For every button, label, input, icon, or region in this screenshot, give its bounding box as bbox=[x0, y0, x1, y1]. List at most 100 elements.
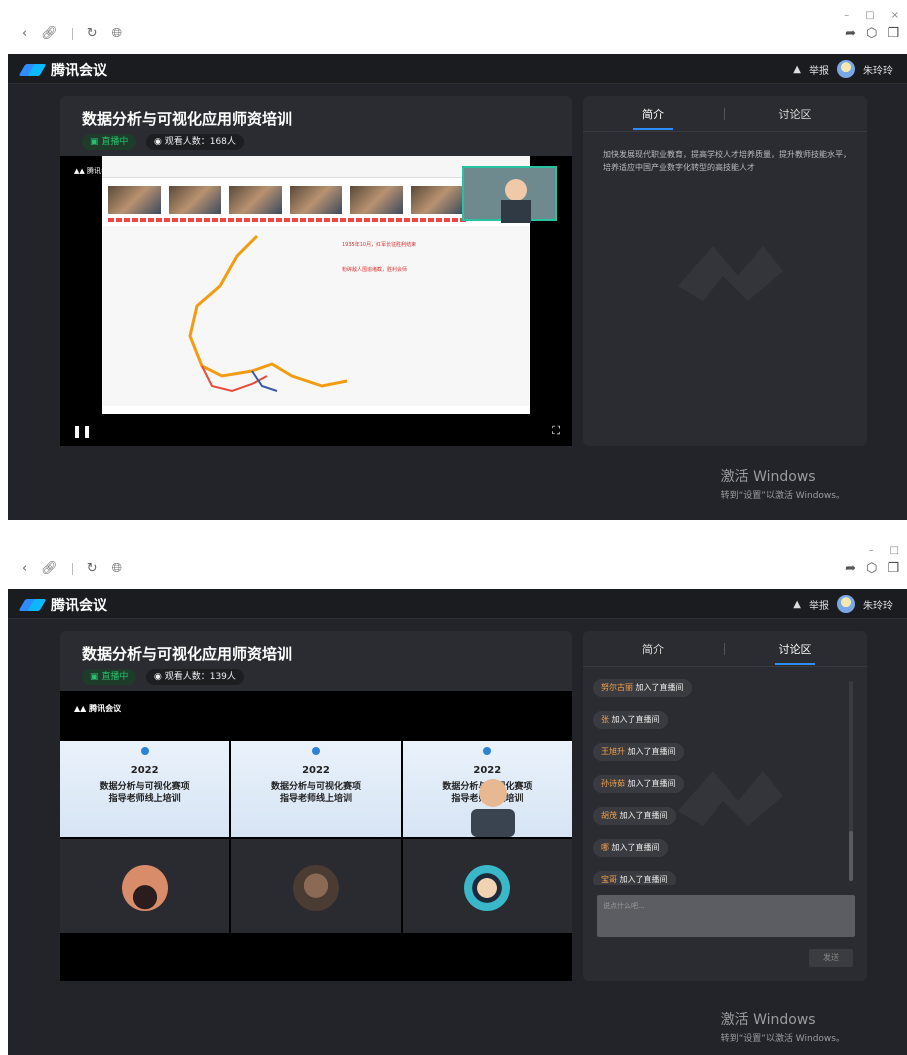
tab-intro[interactable]: 简介 bbox=[583, 106, 723, 130]
tencent-meeting-app: 腾讯会议 ▲ 举报 朱玲玲 数据分析与可视化应用师资培训 ▣ 直播中 ◉ 观看人… bbox=[8, 54, 907, 520]
route-map: 1935年10月，红军长征胜利结束 粉碎敌人围追堵截，胜利会师 bbox=[102, 226, 530, 406]
cube-icon[interactable]: ⬡ bbox=[866, 561, 877, 576]
share-icon[interactable]: ➦ bbox=[845, 26, 856, 41]
intro-text: 加快发展现代职业教育，提高学校人才培养质量，提升教师技能水平，培养适应中国产业数… bbox=[603, 150, 851, 172]
slide-tile[interactable]: 2022 数据分析与可视化赛项 指导老师线上培训 bbox=[231, 741, 401, 837]
browser-nav: ‹ 🔗︎ ↻ 🌐︎ bbox=[22, 561, 122, 576]
viewer-label: 观看人数：139人 bbox=[164, 672, 236, 682]
refresh-icon[interactable]: ↻ bbox=[87, 561, 98, 576]
slide-tile[interactable]: 2022 数据分析与可视化赛项 指导老师线上培训 bbox=[60, 741, 230, 837]
close-icon[interactable]: × bbox=[891, 10, 899, 21]
speaker-camera bbox=[470, 779, 515, 837]
chat-message: 宝哥 加入了直播间 bbox=[593, 871, 676, 885]
live-panel: 数据分析与可视化应用师资培训 ▣ 直播中 ◉ 观看人数：139人 ▲▲ 腾讯会议… bbox=[60, 631, 572, 981]
chat-user: 哪 bbox=[601, 843, 609, 852]
browser-toolbar: ‹ 🔗︎ ↻ 🌐︎ – □ ➦ ⬡ ❐ bbox=[0, 545, 907, 585]
badge-icon bbox=[483, 747, 492, 755]
slide-line2: 指导老师线上培训 bbox=[108, 794, 181, 804]
app-logo: 腾讯会议 bbox=[18, 60, 107, 80]
activate-windows-watermark: 激活 Windows 转到“设置”以激活 Windows。 bbox=[721, 466, 845, 501]
slide-year: 2022 bbox=[130, 765, 159, 776]
chat-message: 王旭升 加入了直播间 bbox=[593, 743, 684, 761]
header-right: ▲ 举报 朱玲玲 bbox=[793, 60, 893, 78]
chat-message: 孙诗茹 加入了直播间 bbox=[593, 775, 684, 793]
badge-icon bbox=[140, 747, 149, 755]
divider bbox=[71, 562, 73, 575]
active-tab-indicator bbox=[775, 663, 815, 665]
slide-tile[interactable]: 2022 数据分析与可视化赛项 指导老师线上培训 bbox=[402, 741, 572, 837]
badge-icon bbox=[311, 747, 320, 755]
tab-discussion[interactable]: 讨论区 bbox=[725, 641, 865, 665]
screenshot-1: ‹ 🔗︎ ↻ 🌐︎ – □ × ➦ ⬡ ❐ 腾讯会议 ▲ 举报 朱玲玲 数据分析… bbox=[0, 10, 907, 520]
slide-year: 2022 bbox=[302, 765, 330, 776]
pause-icon[interactable]: ❚❚ bbox=[72, 424, 92, 438]
link-icon[interactable]: 🔗︎ bbox=[41, 26, 58, 41]
active-tab-indicator bbox=[633, 128, 673, 130]
browser-nav: ‹ 🔗︎ ↻ 🌐︎ bbox=[22, 26, 122, 41]
video-player[interactable]: ▲▲ 腾讯会议 2022 数据分析与可视化赛项 指导老师线上培训 2022 数据… bbox=[60, 691, 572, 981]
video-player[interactable]: ▲▲ 腾讯会议 1935年10月，红军长征胜利结束 粉碎敌人围追堵截，胜利会师 bbox=[60, 156, 572, 446]
viewer-label: 观看人数：168人 bbox=[164, 137, 236, 147]
send-button[interactable]: 发送 bbox=[809, 949, 853, 967]
restore-icon[interactable]: □ bbox=[865, 10, 874, 21]
tab-intro[interactable]: 简介 bbox=[583, 641, 723, 657]
tencent-meeting-app: 腾讯会议 ▲ 举报 朱玲玲 数据分析与可视化应用师资培训 ▣ 直播中 ◉ 观看人… bbox=[8, 589, 907, 1055]
svg-text:1935年10月，红军长征胜利结束: 1935年10月，红军长征胜利结束 bbox=[342, 241, 416, 248]
live-panel: 数据分析与可视化应用师资培训 ▣ 直播中 ◉ 观看人数：168人 ▲▲ 腾讯会议 bbox=[60, 96, 572, 446]
chat-user: 宝哥 bbox=[601, 875, 617, 884]
minimize-icon[interactable]: – bbox=[869, 545, 874, 556]
chat-list: 努尔古丽 加入了直播间 张 加入了直播间 王旭升 加入了直播间 孙诗茹 加入了直… bbox=[593, 675, 843, 885]
video-controls bbox=[60, 416, 572, 446]
cube-icon[interactable]: ⬡ bbox=[866, 26, 877, 41]
tab-discussion[interactable]: 讨论区 bbox=[725, 106, 865, 122]
back-icon[interactable]: ‹ bbox=[22, 26, 27, 41]
participant-tile[interactable] bbox=[60, 839, 230, 933]
avatar bbox=[464, 865, 511, 911]
timeline bbox=[108, 218, 468, 222]
scroll-thumb[interactable] bbox=[849, 831, 853, 881]
window-icon[interactable]: ❐ bbox=[887, 26, 899, 41]
back-icon[interactable]: ‹ bbox=[22, 561, 27, 576]
chat-input[interactable]: 说点什么吧... bbox=[597, 895, 855, 937]
chat-user: 胡茂 bbox=[601, 811, 617, 820]
tab-bar: 简介 讨论区 bbox=[583, 96, 867, 132]
restore-icon[interactable]: □ bbox=[890, 545, 899, 556]
tab-bar: 简介 讨论区 bbox=[583, 631, 867, 667]
speaker-camera bbox=[462, 166, 557, 223]
fullscreen-icon[interactable]: ⛶ bbox=[552, 424, 560, 438]
app-header: 腾讯会议 ▲ 举报 朱玲玲 bbox=[8, 54, 907, 84]
user-name: 朱玲玲 bbox=[863, 65, 893, 77]
share-icon[interactable]: ➦ bbox=[845, 561, 856, 576]
activate-sub: 转到“设置”以激活 Windows。 bbox=[720, 1034, 845, 1044]
chat-scrollbar[interactable] bbox=[849, 681, 853, 881]
warning-icon: ▲ bbox=[793, 63, 801, 75]
activate-sub: 转到“设置”以激活 Windows。 bbox=[720, 491, 845, 501]
globe-icon[interactable]: 🌐︎ bbox=[112, 26, 122, 41]
participant-tile[interactable] bbox=[402, 839, 572, 933]
report-button[interactable]: 举报 bbox=[809, 62, 829, 77]
avatar[interactable] bbox=[837, 60, 855, 78]
link-icon[interactable]: 🔗︎ bbox=[41, 561, 58, 576]
avatar bbox=[292, 865, 339, 911]
app-name: 腾讯会议 bbox=[51, 598, 107, 614]
app-logo: 腾讯会议 bbox=[18, 595, 107, 615]
live-badge: ▣ 直播中 bbox=[82, 134, 137, 150]
refresh-icon[interactable]: ↻ bbox=[87, 26, 98, 41]
avatar[interactable] bbox=[837, 595, 855, 613]
participant-tile[interactable] bbox=[231, 839, 401, 933]
slide-line2: 指导老师线上培训 bbox=[279, 794, 352, 804]
chat-message: 努尔古丽 加入了直播间 bbox=[593, 679, 692, 697]
side-panel: 简介 讨论区 努尔古丽 加入了直播间 张 加入了直播间 王旭升 加入了直播间 孙… bbox=[583, 631, 867, 981]
window-icon[interactable]: ❐ bbox=[887, 561, 899, 576]
header-right: ▲ 举报 朱玲玲 bbox=[793, 595, 893, 613]
user-name: 朱玲玲 bbox=[863, 600, 893, 612]
globe-icon[interactable]: 🌐︎ bbox=[112, 561, 122, 576]
window-controls: – □ × bbox=[844, 10, 899, 21]
minimize-icon[interactable]: – bbox=[844, 10, 849, 21]
page-title: 数据分析与可视化应用师资培训 bbox=[82, 110, 293, 128]
page-title: 数据分析与可视化应用师资培训 bbox=[82, 645, 293, 663]
report-button[interactable]: 举报 bbox=[809, 597, 829, 612]
chat-message: 张 加入了直播间 bbox=[593, 711, 668, 729]
chat-user: 王旭升 bbox=[601, 747, 625, 756]
live-badge: ▣ 直播中 bbox=[82, 669, 137, 685]
